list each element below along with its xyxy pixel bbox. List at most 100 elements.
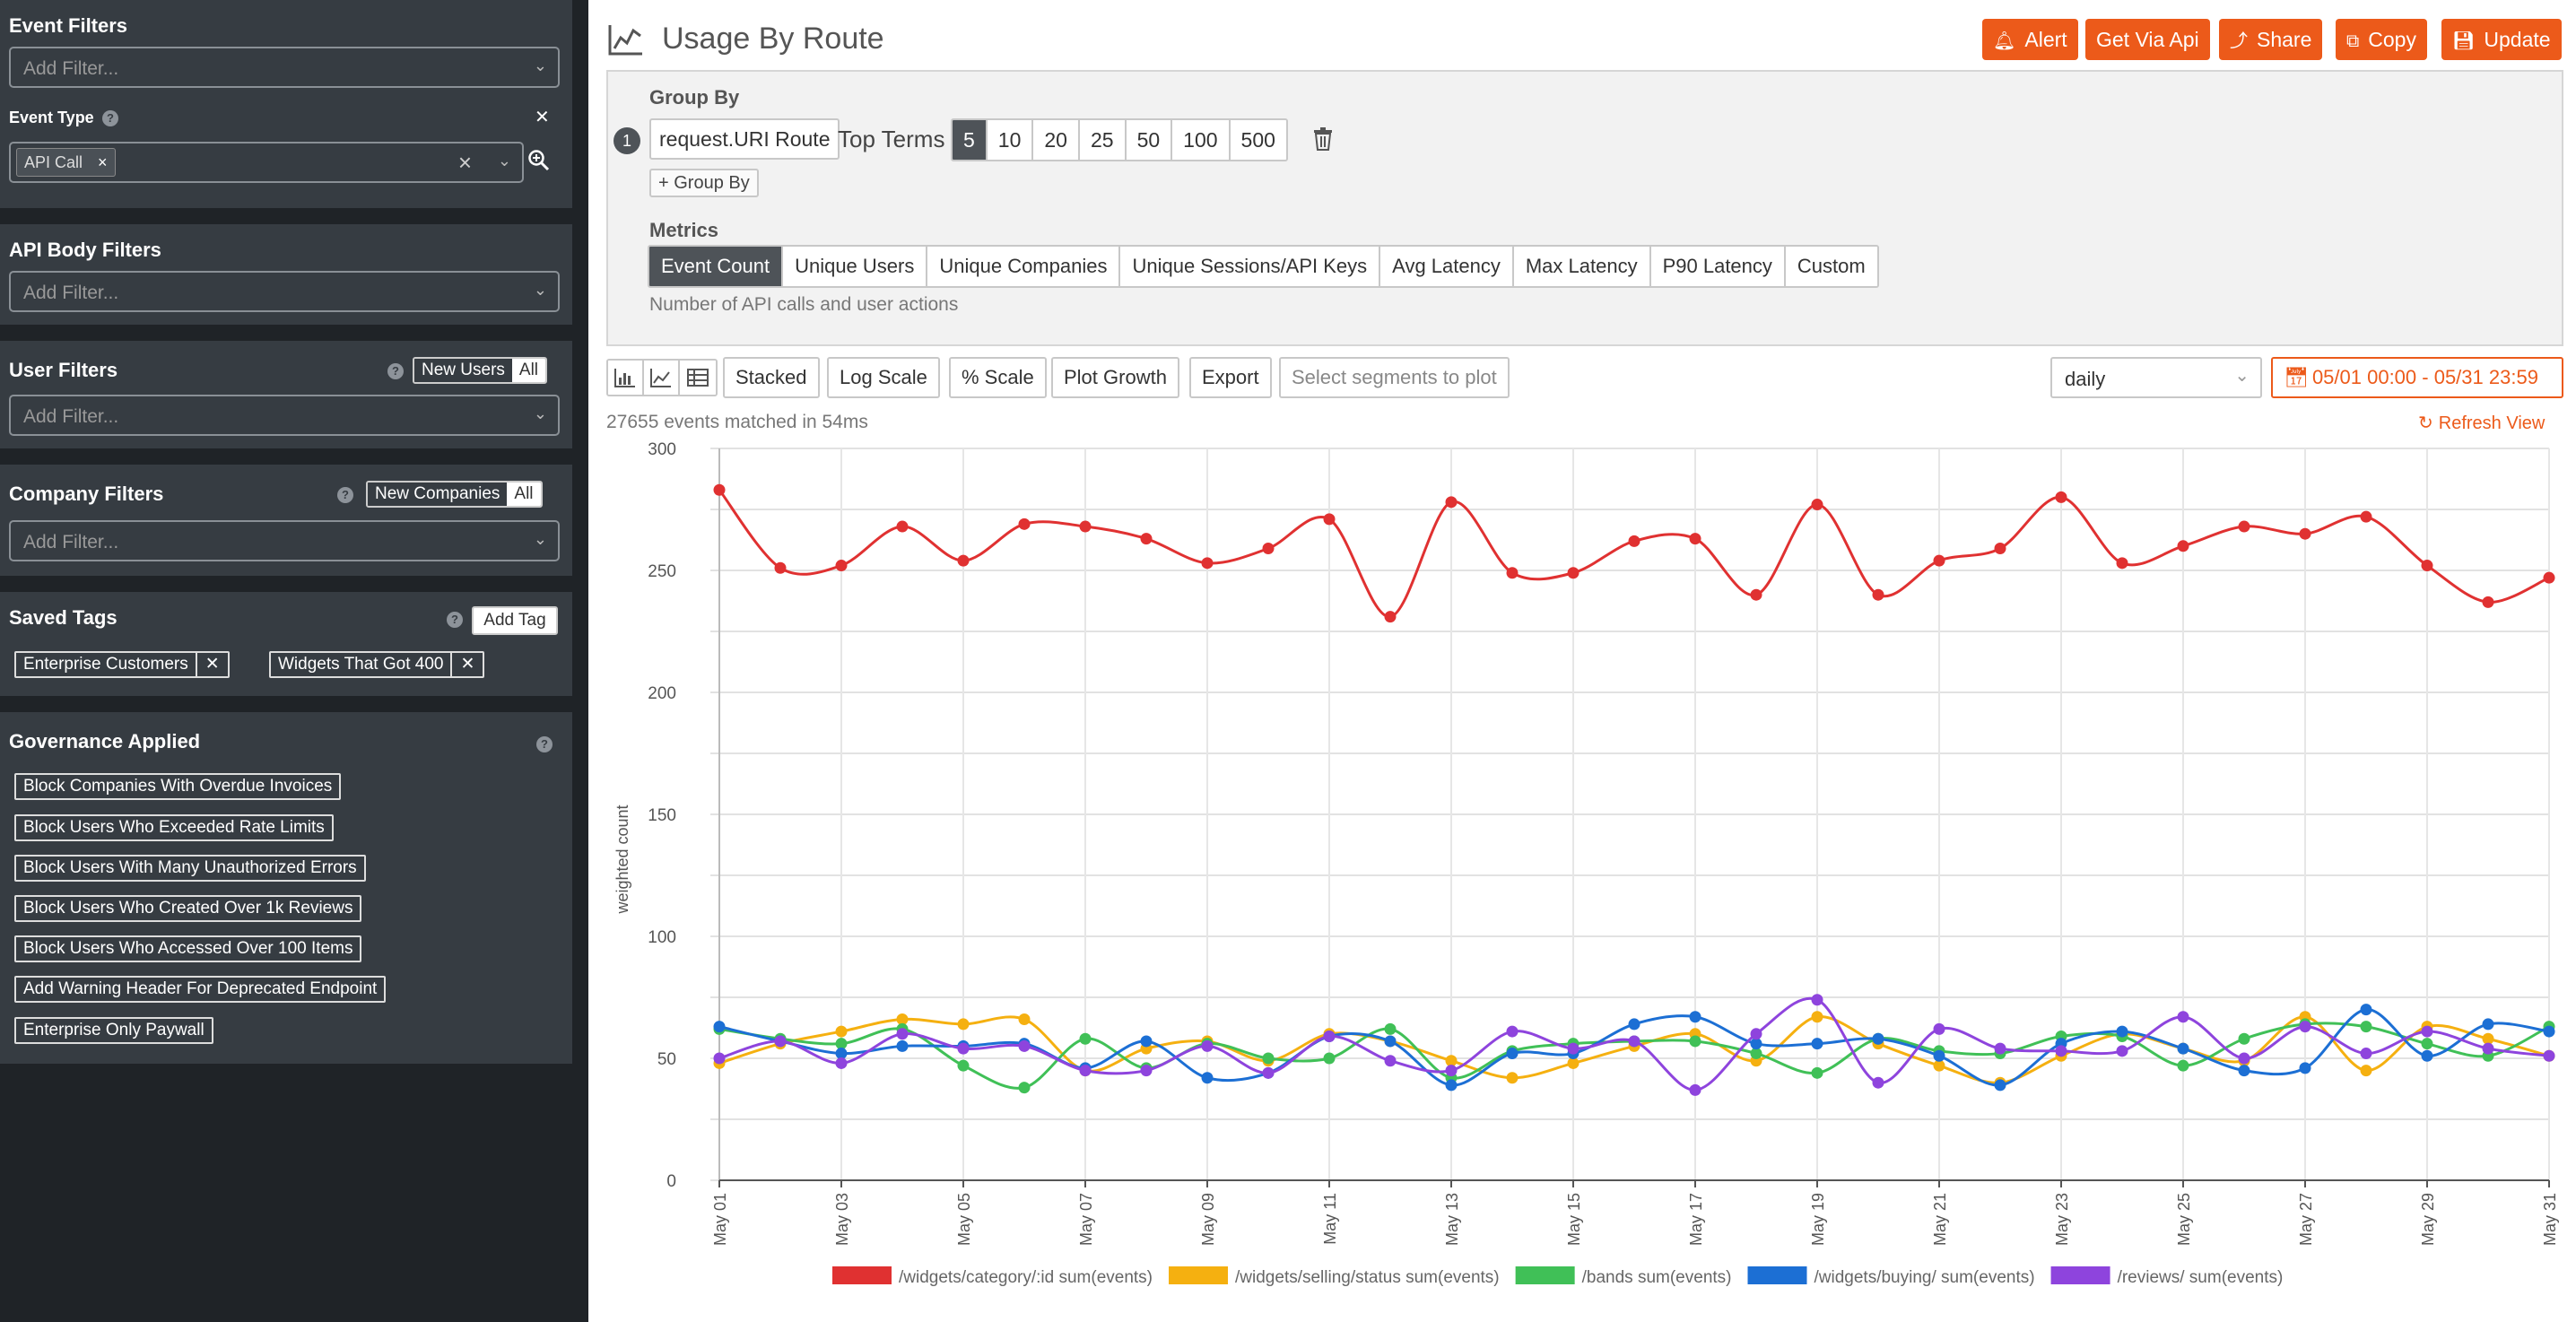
user-filters-select[interactable]: Add Filter... ⌄ <box>9 395 560 436</box>
close-icon[interactable]: ✕ <box>450 653 483 676</box>
data-point <box>1262 543 1275 555</box>
interval-select[interactable]: daily ⌄ <box>2050 357 2262 398</box>
governance-rule[interactable]: Block Companies With Overdue Invoices <box>14 773 342 800</box>
log-scale-button[interactable]: Log Scale <box>827 357 940 398</box>
metric-option[interactable]: Avg Latency <box>1380 247 1514 286</box>
chart-type-group[interactable] <box>606 359 718 396</box>
data-point <box>1872 1076 1884 1089</box>
company-filters-select[interactable]: Add Filter... ⌄ <box>9 520 560 561</box>
user-filters-toggle[interactable]: New Users All <box>413 357 548 384</box>
data-point <box>774 1035 787 1048</box>
top-terms-option[interactable]: 500 <box>1230 120 1286 160</box>
event-filters-select[interactable]: Add Filter... ⌄ <box>9 47 560 88</box>
data-point <box>896 520 909 533</box>
get-via-api-label: Get Via Api <box>2096 28 2199 51</box>
data-point <box>1994 1042 2006 1055</box>
stacked-button[interactable]: Stacked <box>723 357 820 398</box>
clear-all-icon[interactable]: × <box>458 149 472 177</box>
metric-option[interactable]: Custom <box>1785 247 1877 286</box>
x-tick-label: May 03 <box>833 1193 851 1246</box>
data-point <box>1872 588 1884 601</box>
top-terms-option[interactable]: 10 <box>987 120 1034 160</box>
data-point <box>1933 554 1945 567</box>
line-chart-icon[interactable] <box>644 361 680 395</box>
top-terms-group[interactable]: 5 10 20 25 50 100 500 <box>951 118 1288 161</box>
metric-option[interactable]: Event Count <box>649 247 784 286</box>
data-point <box>1933 1022 1945 1035</box>
chip-remove-icon[interactable]: × <box>98 153 108 171</box>
y-tick-label: 50 <box>657 1050 676 1069</box>
top-terms-option[interactable]: 50 <box>1126 120 1173 160</box>
refresh-view-label: Refresh View <box>2438 413 2546 433</box>
all-companies-option[interactable]: All <box>507 483 541 506</box>
metric-option[interactable]: Unique Sessions/API Keys <box>1120 247 1381 286</box>
data-point <box>2360 1021 2372 1033</box>
data-point <box>2055 1038 2067 1050</box>
plot-growth-button[interactable]: Plot Growth <box>1051 357 1179 398</box>
add-group-by-button[interactable]: + Group By <box>649 169 759 197</box>
get-via-api-button[interactable]: Get Via Api <box>2085 19 2210 60</box>
top-terms-option[interactable]: 25 <box>1079 120 1127 160</box>
x-tick-label: May 17 <box>1687 1193 1705 1246</box>
table-icon[interactable] <box>680 361 716 395</box>
metric-option[interactable]: P90 Latency <box>1650 247 1786 286</box>
data-point <box>835 1038 848 1050</box>
company-filters-toggle[interactable]: New Companies All <box>366 481 543 508</box>
trash-icon[interactable] <box>1313 127 1333 151</box>
governance-rule[interactable]: Block Users Who Accessed Over 100 Items <box>14 935 362 962</box>
all-users-option[interactable]: All <box>511 359 546 382</box>
data-point <box>1872 1038 1884 1050</box>
event-type-clear-icon[interactable]: ✕ <box>535 106 550 128</box>
data-point <box>1323 1031 1336 1043</box>
top-terms-option[interactable]: 100 <box>1172 120 1231 160</box>
metric-option[interactable]: Unique Users <box>783 247 928 286</box>
export-button[interactable]: Export <box>1189 357 1272 398</box>
add-tag-button[interactable]: Add Tag <box>472 606 558 635</box>
close-icon[interactable]: ✕ <box>195 653 228 676</box>
data-point <box>1201 1039 1214 1052</box>
series-line <box>718 996 2550 1092</box>
governance-rule[interactable]: Enterprise Only Paywall <box>14 1017 213 1044</box>
saved-tag[interactable]: Enterprise Customers ✕ <box>14 651 230 678</box>
alert-label: Alert <box>2024 28 2067 51</box>
api-call-chip: API Call × <box>16 148 116 177</box>
governance-rule[interactable]: Block Users Who Created Over 1k Reviews <box>14 895 362 922</box>
help-icon[interactable]: ? <box>447 612 463 628</box>
data-point <box>1872 1032 1884 1045</box>
help-icon[interactable]: ? <box>337 487 353 503</box>
date-range-picker[interactable]: 📅︎ 05/01 00:00 - 05/31 23:59 <box>2271 357 2563 398</box>
event-type-select[interactable]: API Call × × ⌄ <box>9 142 524 183</box>
top-terms-option[interactable]: 20 <box>1033 120 1080 160</box>
refresh-view-link[interactable]: ↻ Refresh View <box>2418 412 2545 434</box>
governance-rule[interactable]: Block Users Who Exceeded Rate Limits <box>14 814 334 841</box>
metrics-group[interactable]: Event Count Unique Users Unique Companie… <box>648 245 1879 288</box>
data-point <box>1323 513 1336 526</box>
help-icon[interactable]: ? <box>536 736 553 752</box>
chevron-down-icon[interactable]: ⌄ <box>498 152 511 170</box>
metric-option[interactable]: Max Latency <box>1513 247 1651 286</box>
help-icon[interactable]: ? <box>387 363 404 379</box>
new-companies-option[interactable]: New Companies <box>368 483 508 506</box>
governance-rule[interactable]: Block Users With Many Unauthorized Error… <box>14 855 366 882</box>
metric-option[interactable]: Unique Companies <box>927 247 1121 286</box>
help-icon[interactable]: ? <box>102 110 118 126</box>
governance-rule[interactable]: Add Warning Header For Deprecated Endpoi… <box>14 976 387 1003</box>
alert-button[interactable]: 🔔︎ Alert <box>1982 19 2078 60</box>
data-point <box>1384 1055 1397 1067</box>
share-button[interactable]: ⤴ Share <box>2219 19 2323 60</box>
segments-select[interactable]: Select segments to plot <box>1279 357 1510 398</box>
api-body-filters-select[interactable]: Add Filter... ⌄ <box>9 271 560 312</box>
copy-button[interactable]: ⧉ Copy <box>2336 19 2427 60</box>
saved-tag[interactable]: Widgets That Got 400 ✕ <box>269 651 485 678</box>
zoom-icon[interactable] <box>527 149 551 172</box>
data-point <box>2238 520 2250 533</box>
company-filters-panel: Company Filters ? New Companies All Add … <box>0 465 572 576</box>
percent-scale-button[interactable]: % Scale <box>949 357 1047 398</box>
group-field-select[interactable]: request.URI Route <box>649 118 840 160</box>
update-button[interactable]: 💾︎ Update <box>2441 19 2562 60</box>
top-terms-option[interactable]: 5 <box>953 120 988 160</box>
bar-chart-icon[interactable] <box>608 361 644 395</box>
data-point <box>1262 1052 1275 1065</box>
data-point <box>1323 1031 1336 1043</box>
new-users-option[interactable]: New Users <box>414 359 512 382</box>
